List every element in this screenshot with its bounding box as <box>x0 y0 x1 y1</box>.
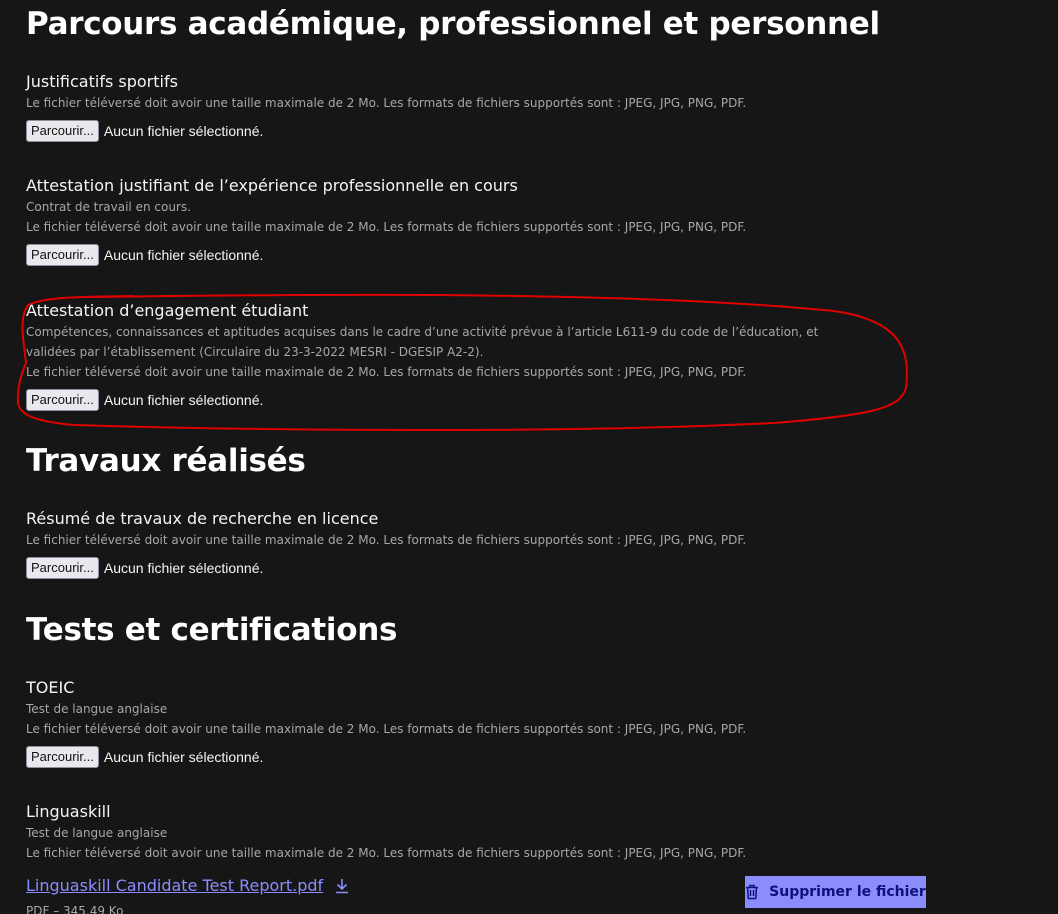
field-experience-professionnelle: Attestation justifiant de l’expérience p… <box>26 175 926 266</box>
field-hint: Le fichier téléversé doit avoir une tail… <box>26 722 747 736</box>
field-description: Test de langue anglaise <box>26 702 168 716</box>
trash-icon <box>746 884 759 900</box>
browse-button[interactable]: Parcourir... <box>26 244 99 266</box>
browse-button[interactable]: Parcourir... <box>26 389 99 411</box>
file-input: Parcourir... Aucun fichier sélectionné. <box>26 389 926 411</box>
field-hint: Le fichier téléversé doit avoir une tail… <box>26 846 747 860</box>
browse-button[interactable]: Parcourir... <box>26 557 99 579</box>
field-hint: Le fichier téléversé doit avoir une tail… <box>26 220 747 234</box>
file-status: Aucun fichier sélectionné. <box>103 247 264 263</box>
file-status: Aucun fichier sélectionné. <box>103 749 264 765</box>
browse-button[interactable]: Parcourir... <box>26 120 99 142</box>
field-label: Attestation d’engagement étudiant <box>26 301 309 320</box>
uploaded-file-meta: PDF – 345,49 Ko <box>26 904 124 914</box>
field-label: TOEIC <box>26 678 75 697</box>
field-hint: Le fichier téléversé doit avoir une tail… <box>26 365 747 379</box>
section-title-tests: Tests et certifications <box>26 612 398 648</box>
delete-file-button[interactable]: Supprimer le fichier <box>745 876 926 908</box>
section-title-travaux: Travaux réalisés <box>26 443 306 479</box>
file-status: Aucun fichier sélectionné. <box>103 123 264 139</box>
section-title-parcours: Parcours académique, professionnel et pe… <box>26 6 880 42</box>
file-status: Aucun fichier sélectionné. <box>103 560 264 576</box>
field-label: Résumé de travaux de recherche en licenc… <box>26 509 379 528</box>
field-hint: Le fichier téléversé doit avoir une tail… <box>26 533 747 547</box>
field-description: Test de langue anglaise <box>26 826 168 840</box>
field-label: Attestation justifiant de l’expérience p… <box>26 176 518 195</box>
browse-button[interactable]: Parcourir... <box>26 746 99 768</box>
field-hint: Le fichier téléversé doit avoir une tail… <box>26 96 747 110</box>
field-description: Compétences, connaissances et aptitudes … <box>26 325 819 359</box>
field-toeic: TOEIC Test de langue anglaise Le fichier… <box>26 677 926 768</box>
field-resume-travaux: Résumé de travaux de recherche en licenc… <box>26 508 926 579</box>
file-input: Parcourir... Aucun fichier sélectionné. <box>26 120 926 142</box>
file-input: Parcourir... Aucun fichier sélectionné. <box>26 557 926 579</box>
file-input: Parcourir... Aucun fichier sélectionné. <box>26 244 926 266</box>
field-label: Justificatifs sportifs <box>26 72 178 91</box>
uploaded-file-name: Linguaskill Candidate Test Report.pdf <box>26 876 324 895</box>
delete-file-label: Supprimer le fichier <box>769 884 926 900</box>
file-input: Parcourir... Aucun fichier sélectionné. <box>26 746 926 768</box>
field-justificatifs-sportifs: Justificatifs sportifs Le fichier téléve… <box>26 71 926 142</box>
field-description: Contrat de travail en cours. <box>26 200 191 214</box>
uploaded-file-link[interactable]: Linguaskill Candidate Test Report.pdf <box>26 876 349 895</box>
file-status: Aucun fichier sélectionné. <box>103 392 264 408</box>
download-icon <box>336 878 349 893</box>
field-engagement-etudiant: Attestation d’engagement étudiant Compét… <box>26 300 926 411</box>
field-label: Linguaskill <box>26 802 111 821</box>
field-linguaskill: Linguaskill Test de langue anglaise Le f… <box>26 801 926 863</box>
